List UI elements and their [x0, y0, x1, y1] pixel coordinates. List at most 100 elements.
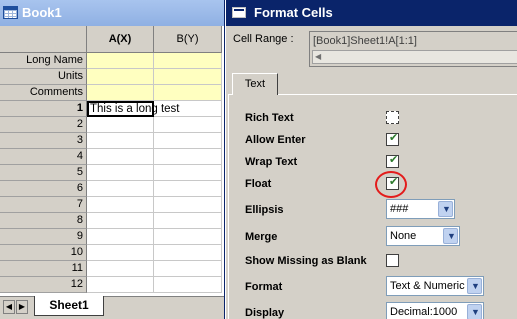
wrap-text-label: Wrap Text — [245, 156, 298, 168]
chevron-down-icon: ▼ — [442, 204, 451, 214]
cell[interactable] — [87, 85, 154, 101]
wrap-text-checkbox[interactable]: ✔ — [386, 154, 399, 168]
column-header-row: A(X) B(Y) — [0, 26, 222, 53]
dropdown-button[interactable]: ▼ — [438, 201, 453, 217]
table-row: 7 — [0, 197, 222, 213]
arrow-left-icon: ◀ — [5, 302, 13, 311]
cell[interactable] — [154, 85, 222, 101]
dropdown-button[interactable]: ▼ — [443, 228, 458, 244]
cell[interactable] — [154, 181, 222, 197]
cell[interactable] — [87, 197, 154, 213]
arrow-right-icon: ▶ — [18, 302, 26, 311]
merge-value: None — [390, 230, 417, 242]
display-value: Decimal:1000 — [390, 306, 458, 318]
chevron-down-icon: ▼ — [447, 231, 456, 241]
merge-label: Merge — [245, 231, 278, 243]
worksheet-grid[interactable]: A(X) B(Y) Long Name Units Comments 1 2 3… — [0, 26, 222, 296]
table-row: 2 — [0, 117, 222, 133]
corner-cell[interactable] — [0, 26, 87, 53]
dropdown-button[interactable]: ▼ — [467, 278, 482, 294]
cell[interactable] — [87, 133, 154, 149]
dialog-titlebar[interactable]: Format Cells — [226, 0, 517, 26]
checkmark-icon: ✔ — [389, 132, 399, 144]
cell-range-scrollbar[interactable]: ◀ — [312, 50, 517, 64]
cell[interactable] — [154, 133, 222, 149]
cell[interactable] — [87, 229, 154, 245]
cell[interactable] — [87, 261, 154, 277]
cell[interactable] — [154, 213, 222, 229]
chevron-down-icon: ▼ — [471, 281, 480, 291]
checkmark-icon: ✔ — [389, 154, 399, 166]
chevron-down-icon: ▼ — [471, 307, 480, 317]
display-select[interactable]: Decimal:1000 ▼ — [386, 302, 484, 319]
cell[interactable] — [87, 213, 154, 229]
label-row-long-name: Long Name — [0, 53, 222, 69]
row-header[interactable]: 3 — [0, 133, 87, 149]
row-header[interactable]: 5 — [0, 165, 87, 181]
next-sheet-button[interactable]: ▶ — [16, 300, 28, 314]
sheet-tab-sheet1[interactable]: Sheet1 — [34, 296, 104, 316]
cell[interactable] — [154, 165, 222, 181]
allow-enter-checkbox[interactable]: ✔ — [386, 132, 399, 146]
active-cell-a1[interactable] — [87, 101, 154, 117]
row-header[interactable]: 7 — [0, 197, 87, 213]
float-highlight-circle — [375, 171, 407, 198]
label-row-units: Units — [0, 69, 222, 85]
cell[interactable] — [154, 229, 222, 245]
row-header[interactable]: Comments — [0, 85, 87, 101]
cell[interactable] — [154, 277, 222, 293]
table-row: 3 — [0, 133, 222, 149]
cell[interactable] — [154, 69, 222, 85]
cell[interactable] — [87, 69, 154, 85]
row-header[interactable]: 4 — [0, 149, 87, 165]
row-header[interactable]: 10 — [0, 245, 87, 261]
rich-text-label: Rich Text — [245, 112, 294, 124]
row-header[interactable]: 9 — [0, 229, 87, 245]
cell[interactable] — [87, 165, 154, 181]
cell[interactable] — [154, 117, 222, 133]
ellipsis-label: Ellipsis — [245, 204, 284, 216]
show-missing-as-blank-checkbox[interactable] — [386, 254, 399, 267]
merge-select[interactable]: None ▼ — [386, 226, 460, 246]
cell[interactable] — [154, 261, 222, 277]
dialog-icon — [232, 7, 246, 18]
row-header[interactable]: 1 — [0, 101, 87, 117]
cell[interactable] — [154, 197, 222, 213]
cell[interactable] — [154, 245, 222, 261]
tab-text[interactable]: Text — [232, 73, 278, 95]
row-header[interactable]: 11 — [0, 261, 87, 277]
display-label: Display — [245, 307, 285, 319]
cell[interactable] — [154, 149, 222, 165]
float-label: Float — [245, 178, 272, 190]
cell[interactable] — [87, 53, 154, 69]
table-row: 11 — [0, 261, 222, 277]
row-header[interactable]: Units — [0, 69, 87, 85]
cell[interactable] — [154, 53, 222, 69]
ellipsis-select[interactable]: ### ▼ — [386, 199, 455, 219]
rich-text-checkbox[interactable] — [386, 111, 399, 124]
cell[interactable] — [87, 181, 154, 197]
show-missing-as-blank-label: Show Missing as Blank — [245, 255, 367, 267]
scroll-left-icon[interactable]: ◀ — [315, 52, 321, 62]
row-header[interactable]: 2 — [0, 117, 87, 133]
row-header[interactable]: Long Name — [0, 53, 87, 69]
column-header-a[interactable]: A(X) — [87, 26, 154, 53]
cell-range-field[interactable]: [Book1]Sheet1!A[1:1] ◀ — [309, 31, 517, 67]
format-value: Text & Numeric — [390, 280, 465, 292]
workbook-icon — [3, 6, 18, 19]
row-header[interactable]: 8 — [0, 213, 87, 229]
first-sheet-button[interactable]: ◀ — [3, 300, 15, 314]
table-row: 6 — [0, 181, 222, 197]
book1-titlebar[interactable]: Book1 — [0, 0, 224, 26]
row-header[interactable]: 6 — [0, 181, 87, 197]
cell[interactable] — [87, 277, 154, 293]
format-select[interactable]: Text & Numeric ▼ — [386, 276, 484, 296]
column-header-b[interactable]: B(Y) — [154, 26, 222, 53]
table-row: 8 — [0, 213, 222, 229]
cell[interactable] — [87, 149, 154, 165]
cell[interactable] — [87, 245, 154, 261]
cell[interactable] — [87, 117, 154, 133]
table-row: 10 — [0, 245, 222, 261]
dropdown-button[interactable]: ▼ — [467, 304, 482, 319]
row-header[interactable]: 12 — [0, 277, 87, 293]
